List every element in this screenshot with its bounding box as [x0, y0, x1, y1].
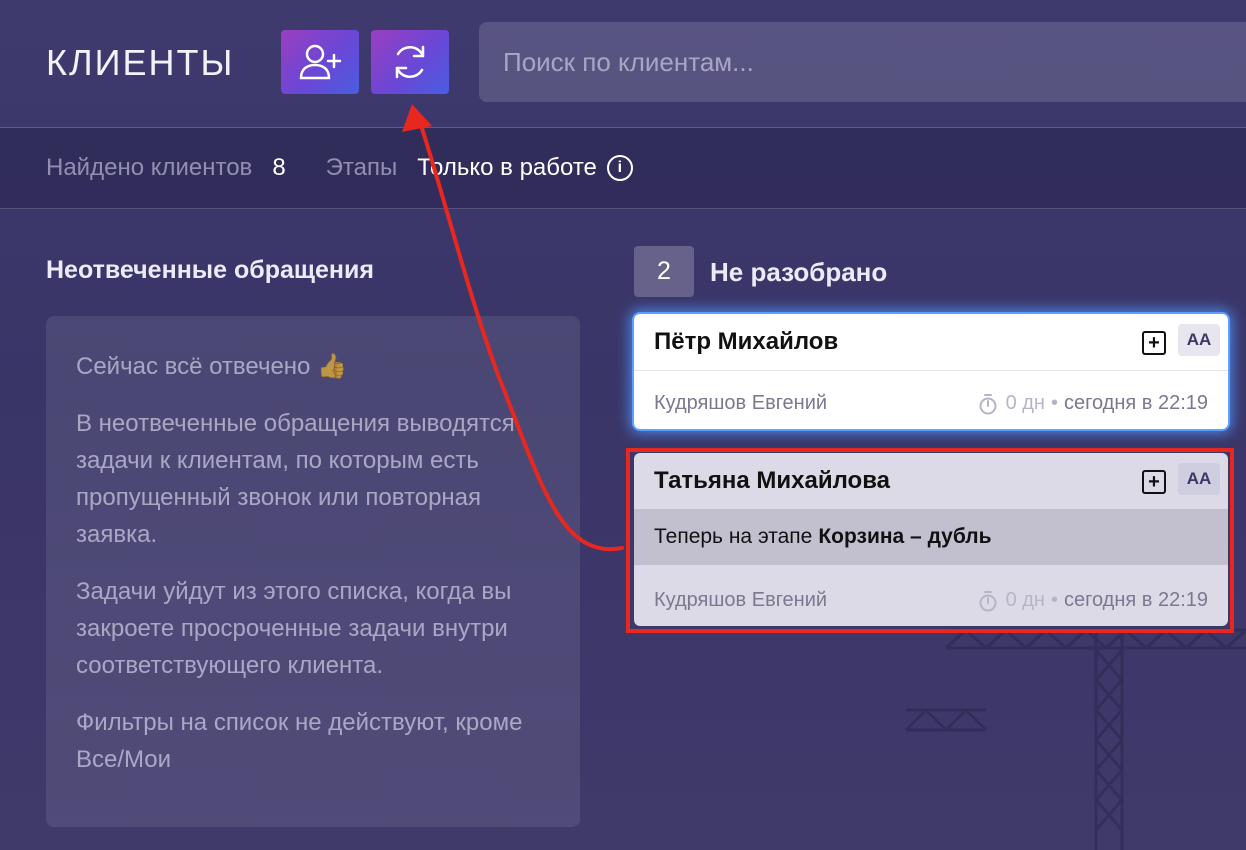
unanswered-description: Задачи уйдут из этого списка, когда вы з…	[76, 578, 512, 679]
found-clients-label: Найдено клиентов	[46, 154, 253, 181]
column-count-badge: 2	[634, 246, 694, 297]
days-in-stage: 0 дн	[1005, 589, 1045, 611]
construction-background-image	[904, 627, 1246, 850]
stage-change-notice: Теперь на этапе Корзина – дубль	[634, 509, 1228, 565]
card-divider	[634, 370, 1228, 371]
unanswered-status: Сейчас всё отвечено 👍	[76, 353, 347, 380]
timer-icon	[979, 393, 997, 414]
timer-icon	[979, 590, 997, 611]
unanswered-panel: Сейчас всё отвечено 👍 В неотвеченные обр…	[46, 316, 580, 827]
add-client-button[interactable]	[281, 30, 359, 94]
stage-name: Корзина – дубль	[818, 525, 992, 548]
card-date: сегодня в 22:19	[1064, 392, 1208, 414]
meta-separator: •	[1050, 392, 1058, 414]
user-plus-icon	[299, 44, 342, 80]
card-date: сегодня в 22:19	[1064, 589, 1208, 611]
stages-filter[interactable]: Этапы	[326, 154, 398, 182]
only-active-filter[interactable]: Только в работе	[417, 154, 597, 182]
search-input[interactable]	[479, 22, 1246, 102]
client-card[interactable]: Татьяна Михайлова + AA Теперь на этапе К…	[634, 453, 1228, 626]
add-task-icon[interactable]: +	[1142, 470, 1166, 494]
unanswered-description: В неотвеченные обращения выводятся задач…	[76, 410, 515, 548]
unanswered-heading: Неотвеченные обращения	[46, 256, 374, 284]
days-in-stage: 0 дн	[1005, 392, 1045, 414]
info-icon[interactable]: i	[606, 155, 633, 181]
stage-prefix: Теперь на этапе	[654, 525, 813, 548]
client-card[interactable]: Пётр Михайлов + AA Кудряшов Евгений 0 дн…	[634, 314, 1228, 429]
card-meta: Кудряшов Евгений 0 дн • сегодня в 22:19	[654, 392, 1208, 415]
client-name: Татьяна Михайлова	[654, 467, 891, 494]
refresh-icon	[395, 45, 425, 79]
filter-bar: Найдено клиентов 8 Этапы Только в работе…	[0, 128, 1246, 209]
manager-name: Кудряшов Евгений	[654, 392, 828, 414]
card-meta: Кудряшов Евгений 0 дн • сегодня в 22:19	[654, 589, 1208, 612]
page-title: КЛИЕНТЫ	[46, 42, 235, 83]
avatar-badge[interactable]: AA	[1178, 324, 1220, 356]
avatar-badge[interactable]: AA	[1178, 463, 1220, 495]
client-name: Пётр Михайлов	[654, 328, 839, 355]
clients-page: КЛИЕНТЫ Найдено клиентов 8 Этапы Только …	[0, 0, 1246, 850]
refresh-button[interactable]	[371, 30, 449, 94]
unanswered-description: Фильтры на список не действуют, кроме Вс…	[76, 709, 523, 773]
header: КЛИЕНТЫ	[0, 0, 1246, 128]
found-clients-count: 8	[272, 154, 286, 181]
add-task-icon[interactable]: +	[1142, 331, 1166, 355]
meta-separator: •	[1050, 589, 1058, 611]
column-title: Не разобрано	[710, 257, 888, 287]
manager-name: Кудряшов Евгений	[654, 589, 828, 611]
